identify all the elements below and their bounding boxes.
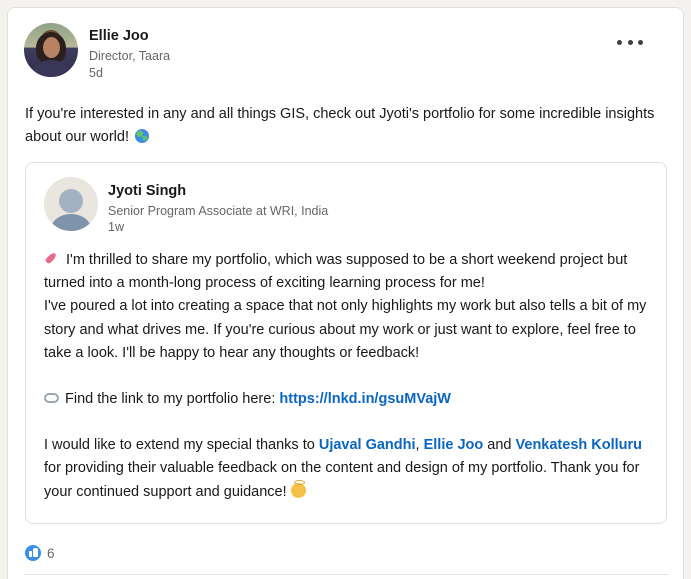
shared-author-avatar[interactable]: [44, 177, 98, 231]
shared-line-2: I've poured a lot into creating a space …: [44, 298, 647, 361]
shared-author-headline: Senior Program Associate at WRI, India: [108, 204, 329, 218]
mention-ellie-joo[interactable]: Ellie Joo: [424, 437, 484, 453]
post-time: 5d: [89, 66, 103, 80]
mention-venkatesh-kolluru[interactable]: Venkatesh Kolluru: [516, 437, 643, 453]
shared-para-2: I've poured a lot into creating a space …: [44, 295, 654, 365]
thanks-prefix: I would like to extend my special thanks…: [44, 437, 315, 454]
link-prefix: Find the link to my portfolio here:: [65, 391, 276, 408]
link-emoji-icon: [44, 393, 59, 404]
shared-author-name[interactable]: Jyoti Singh: [108, 182, 328, 200]
shared-post-text: I'm thrilled to share my portfolio, whic…: [44, 249, 654, 504]
thanks-suffix: for providing their valuable feedback on…: [44, 460, 640, 500]
shared-line-1: I'm thrilled to share my portfolio, whic…: [44, 252, 628, 292]
rocket-emoji-icon: [44, 251, 59, 266]
shared-author-meta: Jyoti Singh Senior Program Associate at …: [108, 182, 328, 236]
author-meta: Ellie Joo Director, Taara 5d: [89, 27, 170, 82]
like-icon: [25, 545, 41, 561]
author-name[interactable]: Ellie Joo: [89, 27, 170, 45]
more-options-icon[interactable]: [617, 36, 643, 48]
smiling-face-halo-emoji-icon: [290, 479, 306, 498]
shared-para-1: I'm thrilled to share my portfolio, whic…: [44, 249, 654, 295]
post-text: If you're interested in any and all thin…: [25, 103, 665, 149]
feed-post-card: Ellie Joo Director, Taara 5d If you're i…: [7, 7, 684, 579]
author-avatar[interactable]: [24, 23, 78, 77]
mention-ujaval-gandhi[interactable]: Ujaval Gandhi: [319, 437, 416, 453]
shared-post[interactable]: Jyoti Singh Senior Program Associate at …: [25, 162, 667, 524]
portfolio-link[interactable]: https://lnkd.in/gsuMVajW: [279, 391, 451, 407]
reactions-summary[interactable]: 6: [25, 545, 55, 561]
post-text-content: If you're interested in any and all thin…: [25, 106, 655, 145]
reaction-count[interactable]: 6: [47, 546, 55, 561]
post-author[interactable]: Ellie Joo Director, Taara 5d: [24, 23, 170, 82]
author-headline: Director, Taara: [89, 49, 171, 63]
mention-and: and: [487, 437, 512, 454]
mention-separator: ,: [415, 437, 420, 454]
globe-emoji-icon: [135, 129, 150, 143]
shared-link-line: Find the link to my portfolio here: http…: [44, 388, 654, 411]
divider: [24, 574, 669, 575]
shared-thanks: I would like to extend my special thanks…: [44, 434, 654, 504]
shared-post-author[interactable]: Jyoti Singh Senior Program Associate at …: [44, 177, 328, 236]
shared-post-time: 1w: [108, 220, 124, 234]
